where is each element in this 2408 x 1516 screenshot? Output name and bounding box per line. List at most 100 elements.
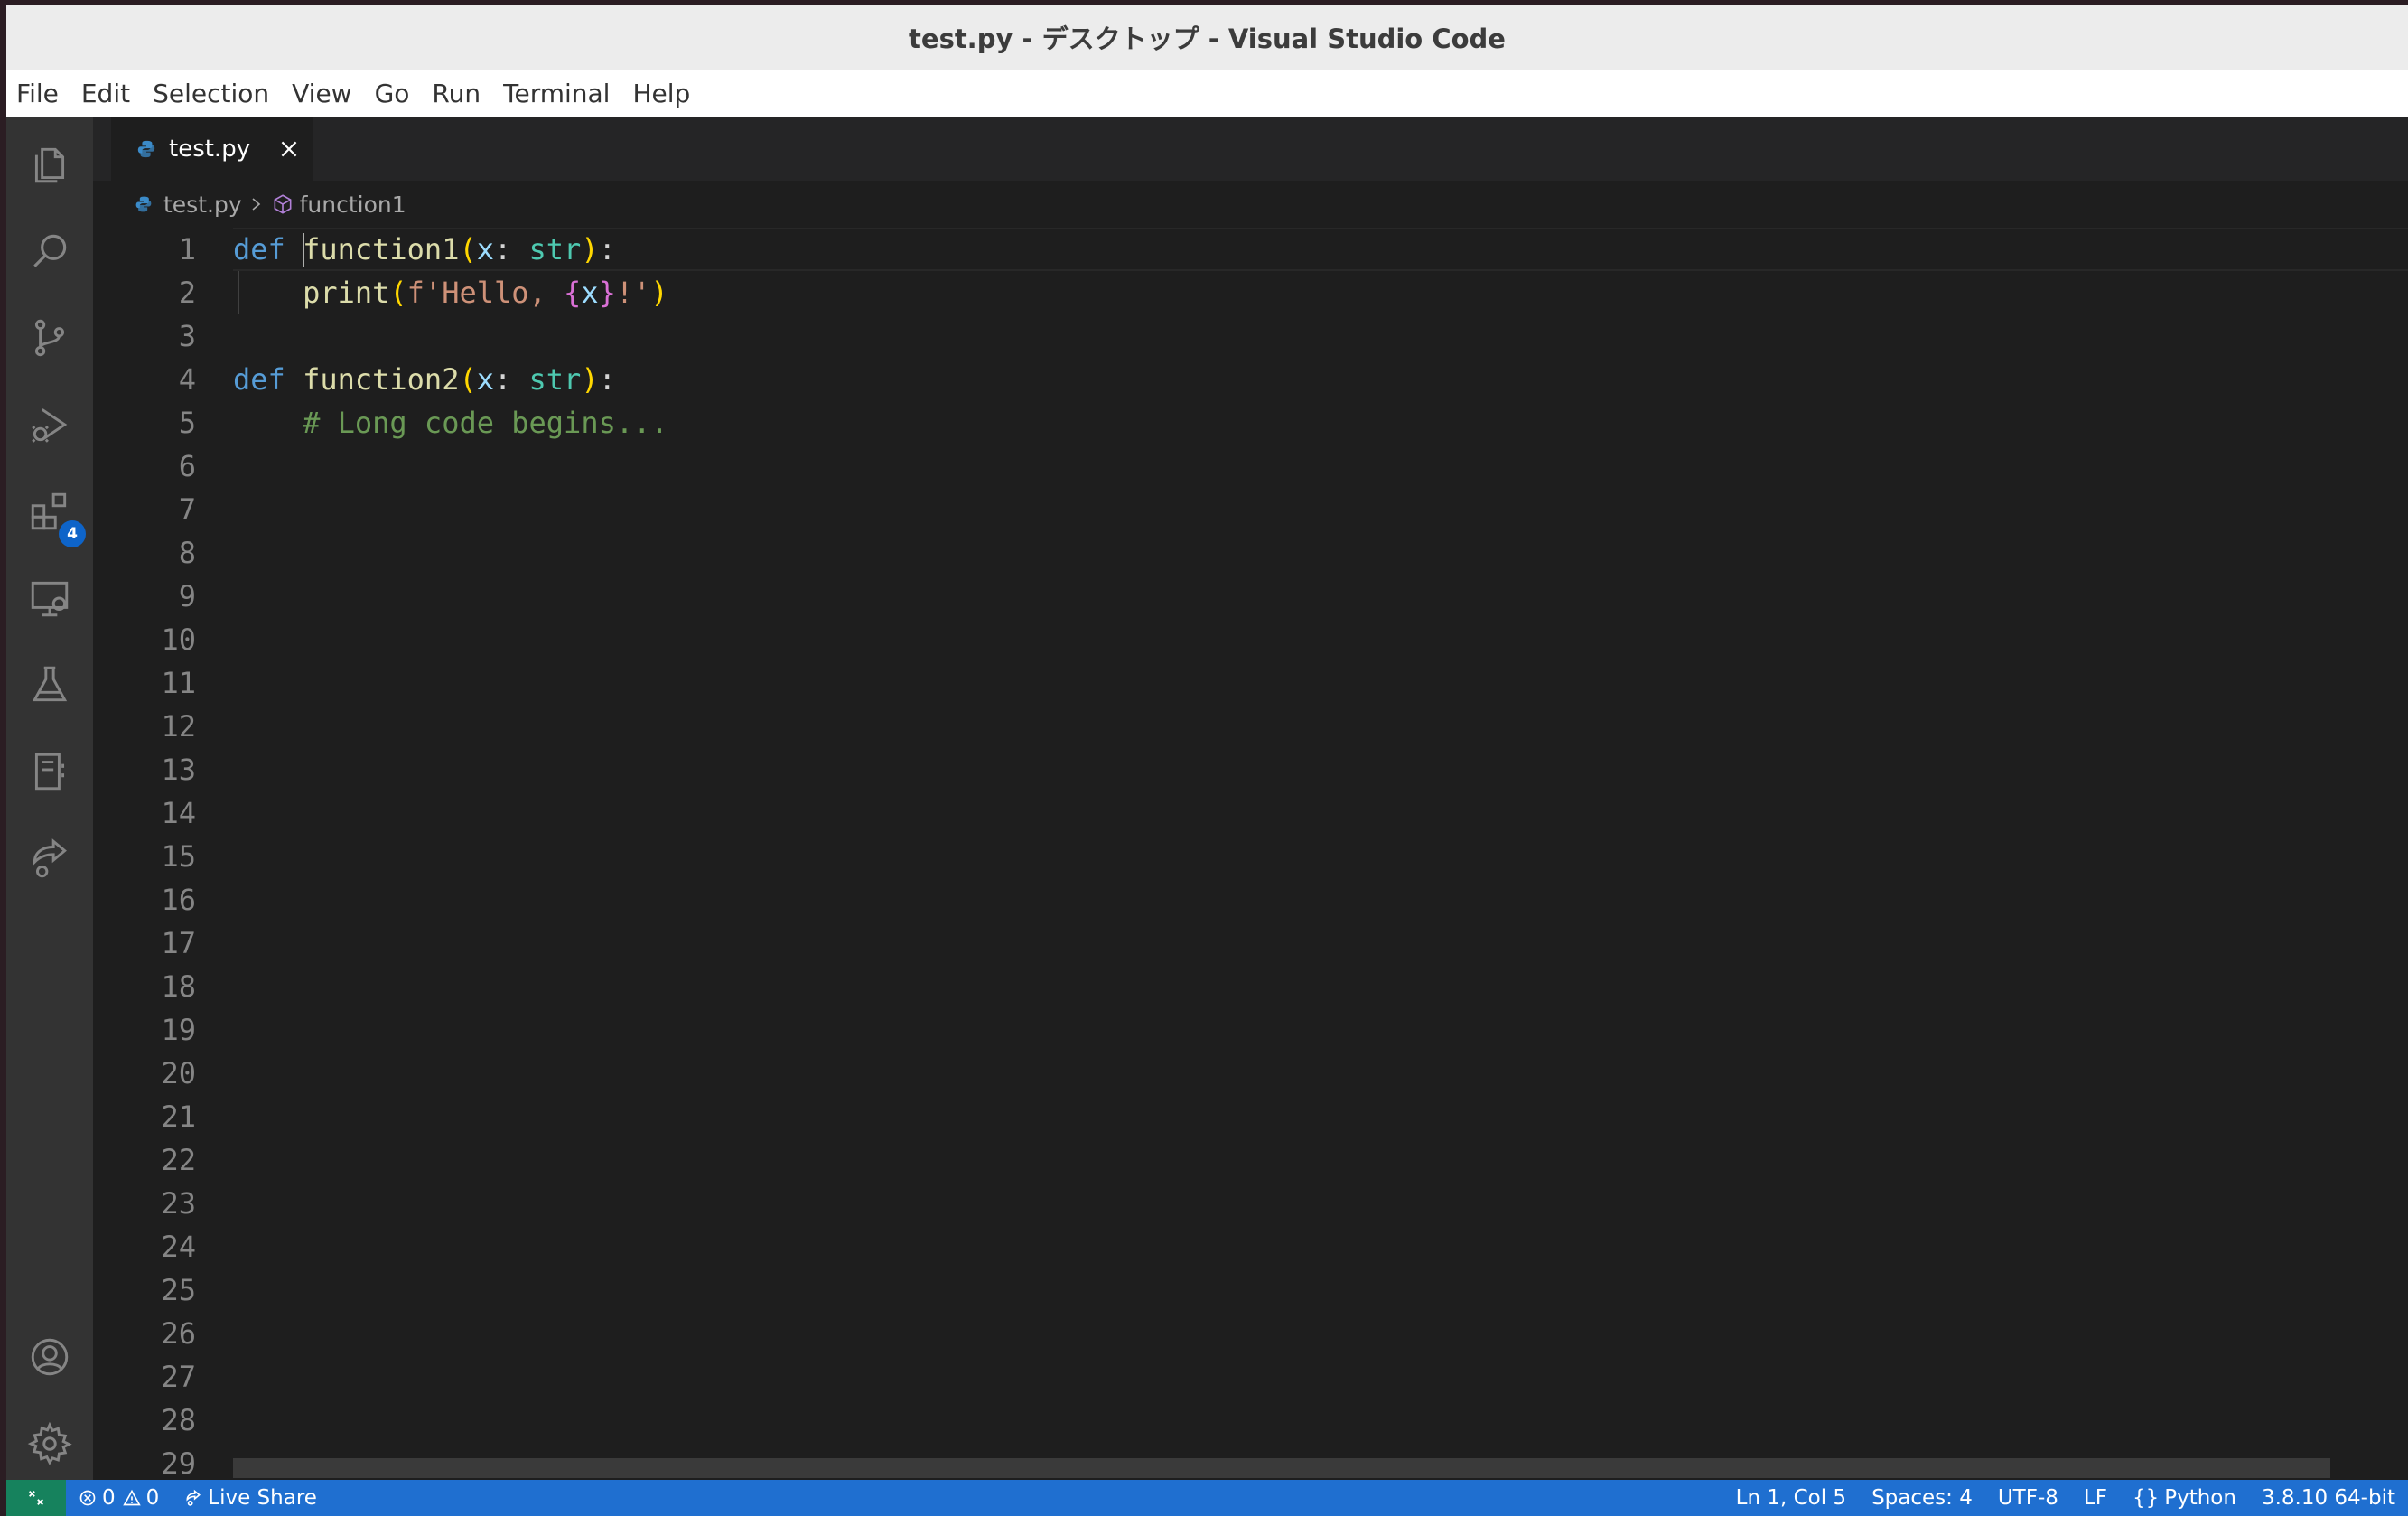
line-number: 6 — [178, 449, 196, 483]
menu-terminal[interactable]: Terminal — [493, 70, 622, 117]
line-number: 7 — [178, 492, 196, 527]
line-number: 14 — [161, 796, 196, 830]
code-token: def — [233, 362, 285, 397]
explorer-icon[interactable] — [23, 137, 77, 192]
problems-indicator[interactable]: 0 0 — [66, 1486, 172, 1510]
language-mode[interactable]: {} Python — [2120, 1486, 2249, 1510]
menu-run[interactable]: Run — [422, 70, 493, 117]
tab-bar: test.py — [93, 117, 2408, 181]
line-number: 12 — [161, 709, 196, 744]
live-share-label: Live Share — [208, 1486, 317, 1510]
code-token: ) — [581, 362, 599, 397]
line-number: 4 — [178, 362, 196, 397]
code-editor[interactable]: 1 2 3 4 5 6 7 8 9 10 11 12 13 14 15 16 17 18 19 20 21 22 23 24 2… — [93, 228, 2408, 1481]
line-number: 9 — [178, 579, 196, 613]
line-number: 26 — [161, 1316, 196, 1351]
remote-explorer-icon[interactable] — [23, 571, 77, 625]
remote-indicator[interactable] — [6, 1480, 66, 1516]
text-cursor — [303, 233, 304, 267]
code-line[interactable]: print(f'Hello, {x}!') — [233, 271, 668, 314]
line-number: 17 — [161, 926, 196, 960]
eol-setting[interactable]: LF — [2071, 1486, 2120, 1510]
vscode-window: test.py - デスクトップ - Visual Studio Code Fi… — [6, 5, 2408, 1516]
close-icon[interactable] — [277, 137, 301, 161]
menu-go[interactable]: Go — [365, 70, 423, 117]
testing-icon[interactable] — [23, 658, 77, 712]
warning-count: 0 — [145, 1486, 160, 1510]
menu-selection[interactable]: Selection — [143, 70, 282, 117]
code-token: !' — [615, 276, 651, 310]
code-token: str — [528, 232, 582, 267]
line-number: 21 — [161, 1100, 196, 1134]
line-number-gutter: 1 2 3 4 5 6 7 8 9 10 11 12 13 14 15 16 17 18 19 20 21 22 23 24 2… — [93, 228, 196, 1481]
horizontal-scrollbar[interactable] — [233, 1458, 2330, 1478]
line-number: 18 — [161, 969, 196, 1004]
warning-icon — [122, 1489, 141, 1506]
code-token: ( — [459, 362, 477, 397]
extensions-icon[interactable]: 4 — [23, 484, 86, 547]
line-number: 24 — [161, 1230, 196, 1264]
code-token: : — [493, 232, 529, 267]
code-token: x — [476, 362, 494, 397]
menu-bar: File Edit Selection View Go Run Terminal… — [6, 70, 2408, 117]
line-number: 5 — [178, 406, 196, 440]
run-debug-icon[interactable] — [23, 398, 77, 452]
indentation-setting[interactable]: Spaces: 4 — [1859, 1486, 1985, 1510]
code-token: def — [233, 232, 285, 267]
code-line[interactable]: def function2(x: str): — [233, 358, 616, 401]
cursor-position[interactable]: Ln 1, Col 5 — [1723, 1486, 1859, 1510]
accounts-icon[interactable] — [23, 1330, 77, 1384]
line-number: 29 — [161, 1446, 196, 1481]
python-interpreter[interactable]: 3.8.10 64-bit — [2249, 1486, 2408, 1510]
tab-test-py[interactable]: test.py — [111, 117, 313, 181]
encoding-setting[interactable]: UTF-8 — [1985, 1486, 2071, 1510]
python-file-icon — [135, 196, 152, 212]
code-token: function2 — [303, 362, 460, 397]
code-token: : — [493, 362, 529, 397]
chevron-right-icon — [252, 198, 260, 211]
code-token: } — [598, 276, 616, 310]
breadcrumb: test.py function1 — [93, 181, 2408, 228]
line-number: 16 — [161, 883, 196, 917]
code-token: function1 — [303, 232, 460, 267]
line-number: 10 — [161, 622, 196, 657]
code-token: : — [598, 362, 616, 397]
code-token: str — [528, 362, 582, 397]
menu-help[interactable]: Help — [622, 70, 703, 117]
code-token: ( — [459, 232, 477, 267]
code-line[interactable]: # Long code begins... — [233, 401, 668, 445]
code-token: { — [564, 276, 582, 310]
breadcrumb-symbol[interactable]: function1 — [300, 192, 406, 218]
code-token: x — [581, 276, 599, 310]
menu-view[interactable]: View — [282, 70, 364, 117]
line-number: 13 — [161, 753, 196, 787]
code-token: x — [476, 232, 494, 267]
live-share-button[interactable]: Live Share — [172, 1486, 330, 1510]
line-number: 25 — [161, 1273, 196, 1307]
line-number: 19 — [161, 1013, 196, 1047]
menu-edit[interactable]: Edit — [71, 70, 143, 117]
live-share-icon[interactable] — [23, 831, 77, 885]
line-number: 23 — [161, 1186, 196, 1221]
line-number: 15 — [161, 839, 196, 874]
activity-bar: 4 — [6, 117, 93, 1480]
notebook-icon[interactable] — [23, 744, 77, 799]
line-number: 2 — [178, 276, 196, 310]
title-bar: test.py - デスクトップ - Visual Studio Code — [6, 5, 2408, 70]
source-control-icon[interactable] — [23, 311, 77, 365]
line-number: 3 — [178, 319, 196, 353]
code-line[interactable]: def function1(x: str): — [233, 228, 616, 271]
search-icon[interactable] — [23, 224, 77, 278]
line-number: 20 — [161, 1056, 196, 1090]
menu-file[interactable]: File — [6, 70, 71, 117]
code-token: : — [598, 232, 616, 267]
breadcrumb-file[interactable]: test.py — [163, 192, 242, 218]
status-bar: 0 0 Live Share Ln 1, Col 5 Spaces: 4 UTF… — [6, 1480, 2408, 1516]
code-token: print — [303, 276, 390, 310]
settings-gear-icon[interactable] — [23, 1417, 77, 1471]
error-icon — [79, 1490, 96, 1506]
